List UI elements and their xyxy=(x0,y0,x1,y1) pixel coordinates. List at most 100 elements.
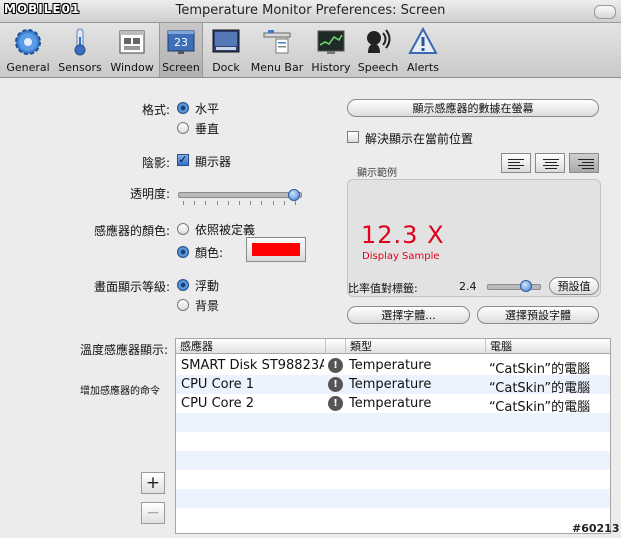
sensor-color-label: 感應器的顏色: xyxy=(93,224,170,238)
history-icon xyxy=(317,30,345,54)
watermark-logo: MOBILE01 xyxy=(4,2,81,16)
column-header-computer[interactable]: 電腦 xyxy=(486,339,610,354)
opacity-slider-tick xyxy=(283,201,285,205)
table-row[interactable]: SMART Disk ST98823AS ! Temperature “CatS… xyxy=(176,356,610,377)
color-well[interactable] xyxy=(246,237,306,262)
sample-caption: Display Sample xyxy=(362,251,440,262)
tab-sensors-label: Sensors xyxy=(58,61,102,74)
thermometer-badge-icon: ! xyxy=(328,377,343,392)
level-floating-radio[interactable] xyxy=(177,279,189,291)
remove-sensor-button[interactable]: − xyxy=(141,502,165,524)
shadow-checkbox[interactable]: ✓ xyxy=(177,154,189,166)
format-horizontal-label: 水平 xyxy=(195,102,220,116)
thermometer-badge-icon: ! xyxy=(328,358,343,373)
opacity-slider-tick xyxy=(239,201,240,205)
column-header-icon[interactable] xyxy=(326,339,346,354)
color-as-defined-radio[interactable] xyxy=(177,223,189,235)
display-sample-label: 顯示範例 xyxy=(357,168,397,179)
sensors-table: 感應器 類型 電腦 SMART Disk ST98823AS ! Tempera… xyxy=(175,338,611,534)
ratio-label: 比率值對標籤: xyxy=(348,282,418,295)
empty-row xyxy=(176,489,610,508)
tab-history-label: History xyxy=(311,61,351,74)
empty-row xyxy=(176,413,610,432)
format-vertical-label: 垂直 xyxy=(195,122,220,136)
tab-menubar[interactable]: Menu Bar xyxy=(250,23,304,77)
tab-window[interactable]: Window xyxy=(107,23,157,77)
screen-badge: 23 xyxy=(174,36,188,49)
opacity-slider-tick xyxy=(194,201,196,205)
tab-speech[interactable]: Speech xyxy=(356,23,400,77)
empty-row xyxy=(176,508,610,527)
toolbar-toggle-button[interactable] xyxy=(594,5,616,19)
opacity-slider-tick xyxy=(227,201,229,205)
empty-row xyxy=(176,451,610,470)
watermark-id: #60213 xyxy=(572,522,620,535)
align-right-button[interactable] xyxy=(569,153,599,173)
ratio-value: 2.4 xyxy=(459,280,477,293)
opacity-slider-tick xyxy=(216,201,218,205)
level-background-label: 背景 xyxy=(195,299,220,313)
align-left-button[interactable] xyxy=(501,153,531,173)
add-sensor-button[interactable]: + xyxy=(141,472,165,494)
ratio-slider[interactable] xyxy=(487,284,541,290)
opacity-slider-thumb[interactable] xyxy=(288,189,300,201)
format-label: 格式: xyxy=(141,103,170,117)
tab-alerts-label: Alerts xyxy=(407,61,439,74)
opacity-slider[interactable] xyxy=(178,192,302,198)
tab-history[interactable]: History xyxy=(308,23,354,77)
preferences-toolbar: General Sensors Window 23 Screen Dock Me… xyxy=(0,23,621,78)
thermometer-icon xyxy=(74,28,86,56)
opacity-slider-tick xyxy=(261,201,263,205)
opacity-slider-tick xyxy=(250,201,252,205)
add-sensor-command-label: 增加感應器的命令 xyxy=(80,386,160,397)
opacity-slider-tick xyxy=(183,201,184,205)
custom-color-radio[interactable] xyxy=(177,246,189,258)
tab-speech-label: Speech xyxy=(357,61,399,74)
tab-screen-label: Screen xyxy=(162,61,200,74)
ratio-slider-thumb[interactable] xyxy=(520,280,532,292)
empty-row xyxy=(176,470,610,489)
choose-default-font-button[interactable]: 選擇預設字體 xyxy=(477,306,599,324)
column-header-type[interactable]: 類型 xyxy=(346,339,486,354)
level-background-radio[interactable] xyxy=(177,299,189,311)
column-header-sensor[interactable]: 感應器 xyxy=(176,339,326,354)
level-floating-label: 浮動 xyxy=(195,279,220,293)
sensor-type: Temperature xyxy=(349,396,432,411)
window-level-label: 畫面顯示等級: xyxy=(93,280,170,294)
sample-value: 12.3 X xyxy=(361,221,445,249)
opacity-slider-tick xyxy=(205,201,207,205)
empty-row xyxy=(176,432,610,451)
window-title: Temperature Monitor Preferences: Screen xyxy=(175,3,446,18)
tab-general-label: General xyxy=(6,61,50,74)
dock-icon xyxy=(212,29,240,53)
sensor-type: Temperature xyxy=(349,377,432,392)
align-center-button[interactable] xyxy=(535,153,565,173)
window-icon xyxy=(119,30,145,54)
sensors-display-label: 溫度感應器顯示: xyxy=(79,343,168,357)
tab-dock-label: Dock xyxy=(212,61,240,74)
tab-sensors[interactable]: Sensors xyxy=(55,23,105,77)
tab-screen[interactable]: 23 Screen xyxy=(159,23,203,77)
custom-color-label: 顏色: xyxy=(195,246,224,260)
tab-dock[interactable]: Dock xyxy=(205,23,247,77)
format-horizontal-radio[interactable] xyxy=(177,102,189,114)
table-row[interactable]: CPU Core 1 ! Temperature “CatSkin”的電腦 xyxy=(176,375,610,396)
format-vertical-radio[interactable] xyxy=(177,122,189,134)
sensor-name: CPU Core 1 xyxy=(181,377,255,392)
tab-window-label: Window xyxy=(110,61,154,74)
sensor-name: CPU Core 2 xyxy=(181,396,255,411)
show-readings-button[interactable]: 顯示感應器的數據在螢幕 xyxy=(347,99,599,117)
tab-general[interactable]: General xyxy=(4,23,52,77)
fix-position-checkbox[interactable] xyxy=(347,131,359,143)
shadow-label: 陰影: xyxy=(141,156,170,170)
shadow-checkbox-label: 顯示器 xyxy=(195,155,232,169)
table-row[interactable]: CPU Core 2 ! Temperature “CatSkin”的電腦 xyxy=(176,394,610,415)
sensor-type: Temperature xyxy=(349,358,432,373)
opacity-slider-tick xyxy=(295,201,296,205)
thermometer-badge-icon: ! xyxy=(328,396,343,411)
choose-font-button[interactable]: 選擇字體... xyxy=(347,306,470,324)
color-swatch xyxy=(252,243,300,256)
color-as-defined-label: 依照被定義 xyxy=(195,223,256,237)
default-value-button[interactable]: 預設值 xyxy=(549,277,599,295)
tab-alerts[interactable]: Alerts xyxy=(402,23,444,77)
